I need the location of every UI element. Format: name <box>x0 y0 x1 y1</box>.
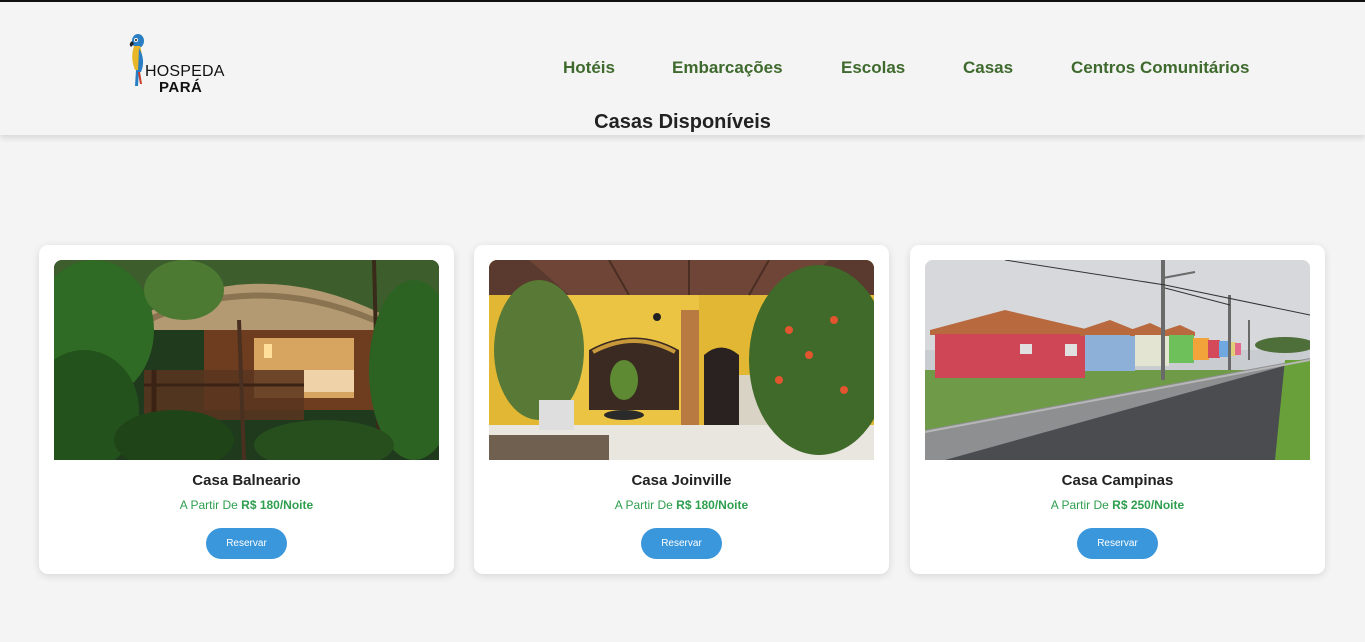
house-card: Casa Balneario A Partir De R$ 180/Noite … <box>39 245 454 574</box>
house-price: A Partir De R$ 250/Noite <box>910 498 1325 512</box>
brand-name-line2: PARÁ <box>159 79 203 96</box>
page-title: Casas Disponíveis <box>594 111 771 133</box>
nav-link-centros-comunitarios[interactable]: Centros Comunitários <box>1071 58 1250 78</box>
price-value: R$ 250/Noite <box>1112 498 1185 512</box>
price-prefix: A Partir De <box>614 498 677 512</box>
house-card: Casa Campinas A Partir De R$ 250/Noite R… <box>910 245 1325 574</box>
house-name: Casa Campinas <box>1061 472 1174 489</box>
nav-link-casas[interactable]: Casas <box>963 58 1013 78</box>
reserve-button[interactable]: Reservar <box>206 528 287 559</box>
house-name: Casa Joinville <box>631 472 732 489</box>
main-nav: Hotéis Embarcações Escolas Casas Centros… <box>563 58 1263 80</box>
price-value: R$ 180/Noite <box>241 498 314 512</box>
price-prefix: A Partir De <box>1050 498 1113 512</box>
site-header: HOSPEDA PARÁ Hotéis Embarcações Escolas … <box>0 2 1365 135</box>
price-value: R$ 180/Noite <box>676 498 749 512</box>
house-card: Casa Joinville A Partir De R$ 180/Noite … <box>474 245 889 574</box>
nav-link-hoteis[interactable]: Hotéis <box>563 58 615 78</box>
yellow-porch-photo <box>489 260 874 460</box>
nav-link-embarcacoes[interactable]: Embarcações <box>672 58 783 78</box>
brand-logo[interactable]: HOSPEDA PARÁ <box>126 32 236 96</box>
reserve-button[interactable]: Reservar <box>1077 528 1158 559</box>
house-photo <box>925 260 1310 460</box>
house-photo <box>489 260 874 460</box>
house-photo <box>54 260 439 460</box>
row-houses-street-photo <box>925 260 1310 460</box>
house-price: A Partir De R$ 180/Noite <box>39 498 454 512</box>
price-prefix: A Partir De <box>179 498 242 512</box>
nav-link-escolas[interactable]: Escolas <box>841 58 905 78</box>
house-name: Casa Balneario <box>192 472 301 489</box>
house-price: A Partir De R$ 180/Noite <box>474 498 889 512</box>
reserve-button[interactable]: Reservar <box>641 528 722 559</box>
jungle-lodge-photo <box>54 260 439 460</box>
